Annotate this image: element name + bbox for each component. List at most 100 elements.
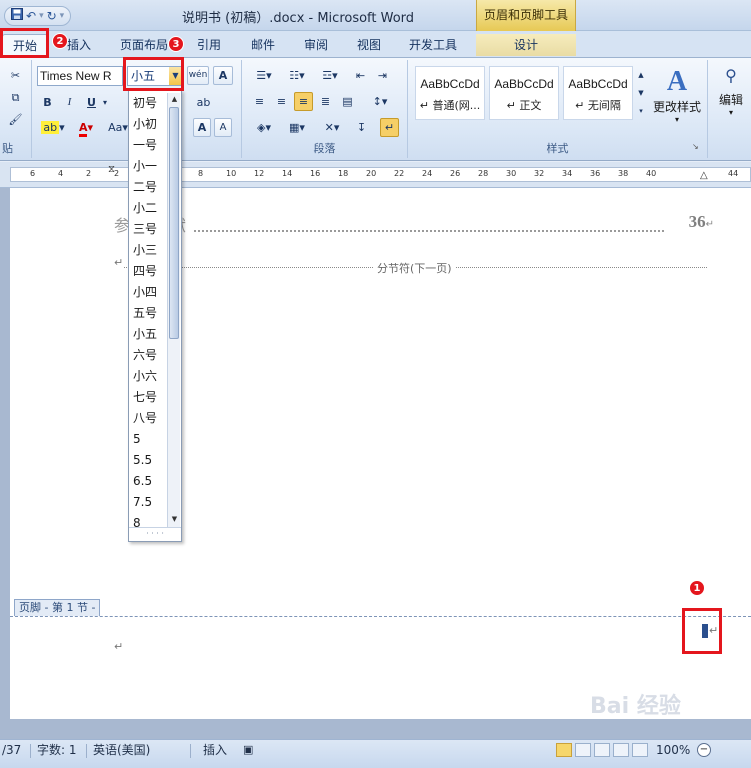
undo-icon[interactable]: ↶ — [26, 8, 36, 24]
font-size-option[interactable]: 小五 — [133, 324, 157, 345]
numbering-icon[interactable]: ☷▾ — [283, 66, 311, 85]
increase-indent-icon[interactable]: ⇥ — [373, 66, 392, 85]
web-layout-view-icon[interactable] — [594, 743, 610, 757]
tab-mailings[interactable]: 邮件 — [242, 34, 284, 56]
grow-font-button[interactable]: A — [193, 118, 211, 137]
distributed-icon[interactable]: ▤ — [338, 92, 357, 111]
highlight-color-button[interactable]: ab ▾ — [38, 118, 68, 137]
redo-icon[interactable]: ↻ — [47, 8, 57, 24]
font-size-option[interactable]: 三号 — [133, 219, 157, 240]
italic-button[interactable]: I — [60, 93, 79, 112]
font-size-option[interactable]: 5.5 — [133, 450, 152, 471]
justify-icon[interactable]: ≣ — [316, 92, 335, 111]
style-normal-web[interactable]: AaBbCcDd ↵ 普通(网... — [415, 66, 485, 120]
document-page[interactable]: 参献 36↵ ↵ 分节符(下一页) 页脚 - 第 1 节 - ↵ ↵ Bai 经… — [10, 188, 751, 719]
tab-references[interactable]: 引用 — [188, 34, 230, 56]
underline-dropdown-icon[interactable]: ▾ — [100, 93, 110, 112]
underline-button[interactable]: U — [82, 93, 101, 112]
font-size-option[interactable]: 7.5 — [133, 492, 152, 513]
styles-more-icon[interactable]: ▾ — [635, 102, 647, 120]
toc-entry: 参献 36↵ — [114, 212, 714, 235]
tab-page-layout[interactable]: 页面布局 — [116, 34, 172, 56]
tab-view[interactable]: 视图 — [348, 34, 390, 56]
style-no-spacing[interactable]: AaBbCcDd ↵ 无间隔 — [563, 66, 633, 120]
align-right-icon[interactable]: ≡ — [294, 92, 313, 111]
status-page[interactable]: /37 — [2, 740, 21, 768]
bold-button[interactable]: B — [38, 93, 57, 112]
align-left-icon[interactable]: ≡ — [250, 92, 269, 111]
scroll-up-icon[interactable]: ▲ — [169, 94, 180, 105]
shrink-font-label: A — [219, 122, 227, 133]
style-body[interactable]: AaBbCcDd ↵ 正文 — [489, 66, 559, 120]
copy-icon[interactable]: ⧉ — [6, 88, 25, 107]
font-size-option[interactable]: 四号 — [133, 261, 157, 282]
font-size-option[interactable]: 6.5 — [133, 471, 152, 492]
status-insert-mode[interactable]: 插入 — [203, 740, 227, 768]
font-size-option[interactable]: 八号 — [133, 408, 157, 429]
font-size-option[interactable]: 小四 — [133, 282, 157, 303]
chinese-layout-icon[interactable]: ✕▾ — [318, 118, 346, 137]
font-color-button[interactable]: A▾ — [72, 118, 100, 137]
dialog-launcher-icon[interactable]: ↘ — [692, 142, 699, 151]
styles-scroll-up-icon[interactable]: ▲ — [635, 66, 647, 84]
font-size-option[interactable]: 小初 — [133, 114, 157, 135]
tab-review[interactable]: 审阅 — [295, 34, 337, 56]
undo-dropdown-icon[interactable]: ▾ — [39, 8, 44, 24]
customize-qat-icon[interactable]: ▾ — [60, 8, 65, 24]
toc-page-number-value: 36 — [688, 212, 706, 231]
font-size-option[interactable]: 小六 — [133, 366, 157, 387]
font-size-option[interactable]: 小三 — [133, 240, 157, 261]
font-size-option[interactable]: 六号 — [133, 345, 157, 366]
font-size-option[interactable]: 一号 — [133, 135, 157, 156]
line-spacing-icon[interactable]: ↕▾ — [365, 92, 395, 111]
save-icon[interactable] — [11, 8, 23, 24]
phonetic-guide-button[interactable]: wén — [187, 66, 209, 85]
scroll-thumb[interactable] — [169, 107, 179, 339]
full-screen-view-icon[interactable] — [575, 743, 591, 757]
macro-record-icon[interactable]: ▣ — [243, 740, 253, 768]
dropdown-scrollbar[interactable]: ▲ ▼ — [167, 93, 180, 527]
format-painter-icon[interactable]: 🖌 — [6, 110, 25, 129]
tab-developer[interactable]: 开发工具 — [400, 34, 466, 56]
font-size-dropdown-list[interactable]: 初号 小初 一号 小一 二号 小二 三号 小三 四号 小四 五号 小五 六号 小六 七号 八号 5 5.5 6.5 7… — [128, 90, 182, 542]
change-styles-dropdown-icon: ▾ — [674, 115, 679, 124]
print-layout-view-icon[interactable] — [556, 743, 572, 757]
font-size-option[interactable]: 五号 — [133, 303, 157, 324]
footer-section-tag: 页脚 - 第 1 节 - — [14, 599, 101, 616]
decrease-indent-icon[interactable]: ⇤ — [351, 66, 370, 85]
tab-design[interactable]: 设计 — [476, 34, 576, 56]
font-name-combo[interactable]: Times New R — [37, 66, 123, 86]
multilevel-list-icon[interactable]: ☲▾ — [316, 66, 344, 85]
shrink-font-button[interactable]: A — [214, 118, 232, 137]
font-size-option[interactable]: 七号 — [133, 387, 157, 408]
shading-icon[interactable]: ◈▾ — [250, 118, 278, 137]
styles-scroll-down-icon[interactable]: ▼ — [635, 84, 647, 102]
ruler-tick-label: 22 — [394, 169, 405, 178]
font-size-option[interactable]: 二号 — [133, 177, 157, 198]
right-indent-marker-icon[interactable]: △ — [700, 170, 708, 181]
indent-marker-icon[interactable]: ⧖ — [108, 164, 115, 175]
font-size-option[interactable]: 小二 — [133, 198, 157, 219]
font-size-option[interactable]: 小一 — [133, 156, 157, 177]
bullets-icon[interactable]: ☰▾ — [250, 66, 278, 85]
align-center-icon[interactable]: ≡ — [272, 92, 291, 111]
change-styles-button[interactable]: A 更改样式 ▾ — [650, 66, 704, 136]
resize-grip-icon[interactable]: · · · · — [129, 527, 181, 541]
horizontal-ruler[interactable]: 6422468101214161820222426283032343638404… — [0, 162, 751, 188]
editing-button[interactable]: ⚲ 编辑 ▾ — [714, 66, 748, 136]
status-word-count[interactable]: 字数: 1 — [37, 740, 77, 768]
character-border-button[interactable]: A — [213, 66, 233, 85]
font-size-option[interactable]: 初号 — [133, 93, 157, 114]
outline-view-icon[interactable] — [613, 743, 629, 757]
show-marks-icon[interactable]: ↵ — [380, 118, 399, 137]
scroll-down-icon[interactable]: ▼ — [169, 514, 180, 525]
borders-icon[interactable]: ▦▾ — [283, 118, 311, 137]
draft-view-icon[interactable] — [632, 743, 648, 757]
status-language[interactable]: 英语(美国) — [93, 740, 150, 768]
zoom-out-icon[interactable]: − — [697, 743, 711, 757]
font-size-option[interactable]: 5 — [133, 429, 141, 450]
cut-icon[interactable]: ✂ — [6, 66, 25, 85]
zoom-level[interactable]: 100% — [656, 740, 690, 768]
sort-icon[interactable]: ↧ — [352, 118, 371, 137]
clear-formatting-icon[interactable]: ab — [194, 93, 213, 112]
